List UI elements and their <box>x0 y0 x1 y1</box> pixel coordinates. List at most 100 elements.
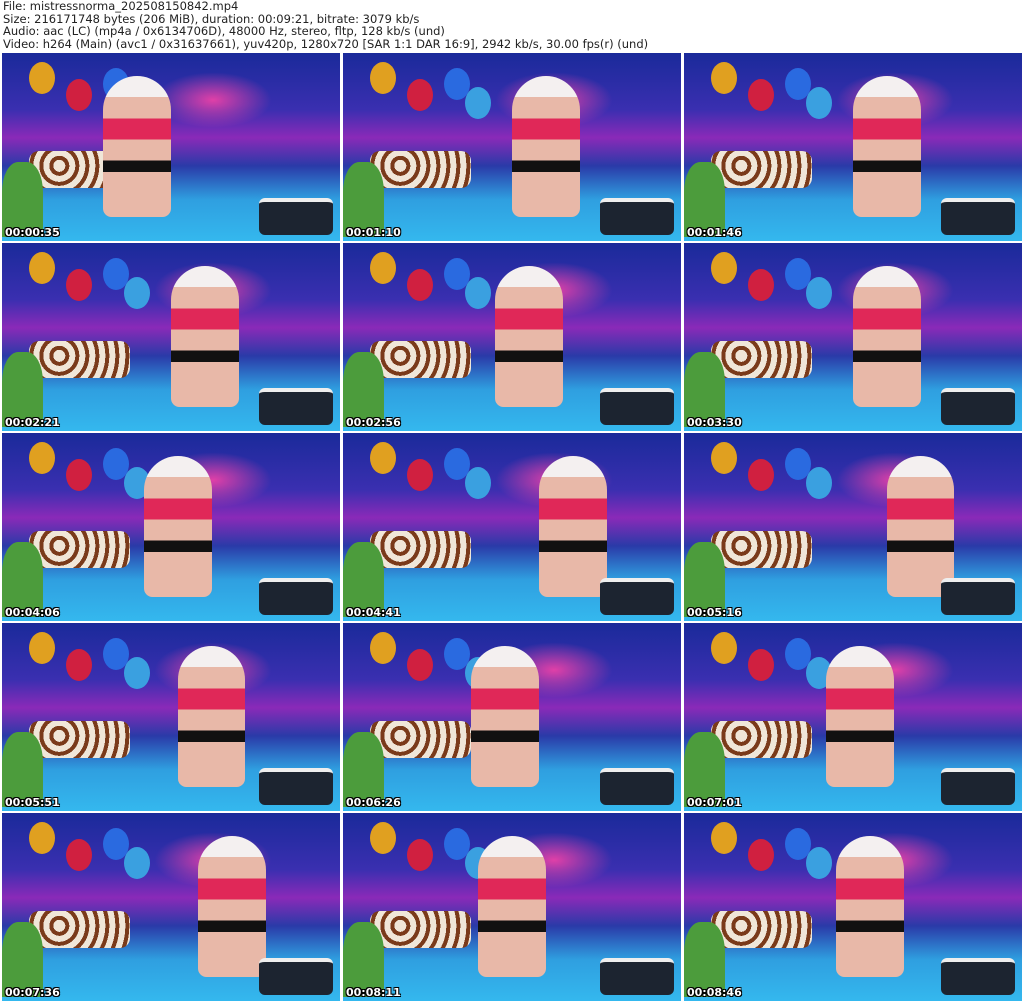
balloon <box>29 62 56 95</box>
balloon <box>407 649 434 682</box>
timestamp: 00:01:10 <box>346 226 401 239</box>
timestamp: 00:08:11 <box>346 986 401 999</box>
video-frame-thumbnail[interactable]: 00:04:41 <box>343 433 681 621</box>
desk <box>258 387 334 426</box>
desk <box>258 767 334 806</box>
person <box>471 645 540 787</box>
pillow <box>711 530 813 569</box>
balloon <box>407 79 434 112</box>
balloon <box>464 466 491 499</box>
pillow <box>29 530 131 569</box>
video-frame-thumbnail[interactable]: 00:07:36 <box>2 813 340 1001</box>
video-frame-thumbnail[interactable]: 00:02:21 <box>2 243 340 431</box>
person <box>825 645 894 787</box>
pillow <box>370 340 472 379</box>
balloon <box>66 269 93 302</box>
video-frame-thumbnail[interactable]: 00:01:46 <box>684 53 1022 241</box>
desk <box>940 197 1016 236</box>
balloon <box>748 649 775 682</box>
balloon <box>123 846 150 879</box>
video-frame-thumbnail[interactable]: 00:05:16 <box>684 433 1022 621</box>
timestamp: 00:04:41 <box>346 606 401 619</box>
timestamp: 00:07:36 <box>5 986 60 999</box>
video-frame-thumbnail[interactable]: 00:08:46 <box>684 813 1022 1001</box>
person <box>177 645 246 787</box>
thumbnail-grid: 00:00:35 00:01:10 00:01:46 00:02:21 00:0… <box>2 53 1022 1001</box>
video-info: Video: h264 (Main) (avc1 / 0x31637661), … <box>3 36 649 51</box>
balloon <box>711 252 738 285</box>
timestamp: 00:04:06 <box>5 606 60 619</box>
balloon <box>370 632 397 665</box>
timestamp: 00:07:01 <box>687 796 742 809</box>
pillow <box>711 910 813 949</box>
audio-info: Audio: aac (LC) (mp4a / 0x6134706D), 480… <box>3 24 445 38</box>
timestamp: 00:08:46 <box>687 986 742 999</box>
balloon <box>29 252 56 285</box>
balloon <box>748 839 775 872</box>
balloon <box>748 79 775 112</box>
person <box>198 835 266 977</box>
balloon <box>29 632 56 665</box>
desk <box>258 197 334 236</box>
balloon <box>464 86 491 119</box>
video-frame-thumbnail[interactable]: 00:01:10 <box>343 53 681 241</box>
desk <box>258 957 334 996</box>
person <box>478 835 546 977</box>
balloon <box>711 62 738 95</box>
video-frame-thumbnail[interactable]: 00:02:56 <box>343 243 681 431</box>
desk <box>258 577 334 616</box>
person <box>171 265 239 407</box>
video-frame-thumbnail[interactable]: 00:04:06 <box>2 433 340 621</box>
pillow <box>711 720 813 759</box>
file-info: File: mistressnorma_202508150842.mp4 Siz… <box>3 0 648 50</box>
balloon <box>805 846 832 879</box>
desk <box>940 957 1016 996</box>
person <box>495 265 563 407</box>
person <box>836 835 904 977</box>
balloon <box>711 442 738 475</box>
balloon <box>711 822 738 855</box>
balloon <box>66 79 93 112</box>
balloon <box>711 632 738 665</box>
timestamp: 00:02:21 <box>5 416 60 429</box>
video-frame-thumbnail[interactable]: 00:00:35 <box>2 53 340 241</box>
timestamp: 00:02:56 <box>346 416 401 429</box>
balloon <box>66 839 93 872</box>
balloon <box>66 649 93 682</box>
timestamp: 00:00:35 <box>5 226 60 239</box>
video-frame-thumbnail[interactable]: 00:08:11 <box>343 813 681 1001</box>
video-frame-thumbnail[interactable]: 00:06:26 <box>343 623 681 811</box>
balloon <box>805 86 832 119</box>
balloon <box>123 656 150 689</box>
pillow <box>370 150 472 189</box>
balloon <box>748 269 775 302</box>
balloon <box>407 839 434 872</box>
video-frame-thumbnail[interactable]: 00:05:51 <box>2 623 340 811</box>
pillow <box>29 910 131 949</box>
desk <box>940 767 1016 806</box>
pillow <box>29 720 131 759</box>
timestamp: 00:05:51 <box>5 796 60 809</box>
person <box>143 455 212 597</box>
person <box>886 455 955 597</box>
balloon <box>29 822 56 855</box>
timestamp: 00:06:26 <box>346 796 401 809</box>
desk <box>599 387 675 426</box>
balloon <box>123 276 150 309</box>
balloon <box>805 466 832 499</box>
person <box>103 75 171 217</box>
desk <box>940 387 1016 426</box>
pillow <box>370 720 472 759</box>
balloon <box>370 252 397 285</box>
desk <box>599 577 675 616</box>
backdrop-light <box>154 71 273 129</box>
balloon <box>407 269 434 302</box>
balloon <box>805 276 832 309</box>
person <box>853 75 921 217</box>
video-frame-thumbnail[interactable]: 00:07:01 <box>684 623 1022 811</box>
video-frame-thumbnail[interactable]: 00:03:30 <box>684 243 1022 431</box>
pillow <box>370 910 472 949</box>
balloon <box>370 442 397 475</box>
timestamp: 00:01:46 <box>687 226 742 239</box>
person <box>512 75 580 217</box>
